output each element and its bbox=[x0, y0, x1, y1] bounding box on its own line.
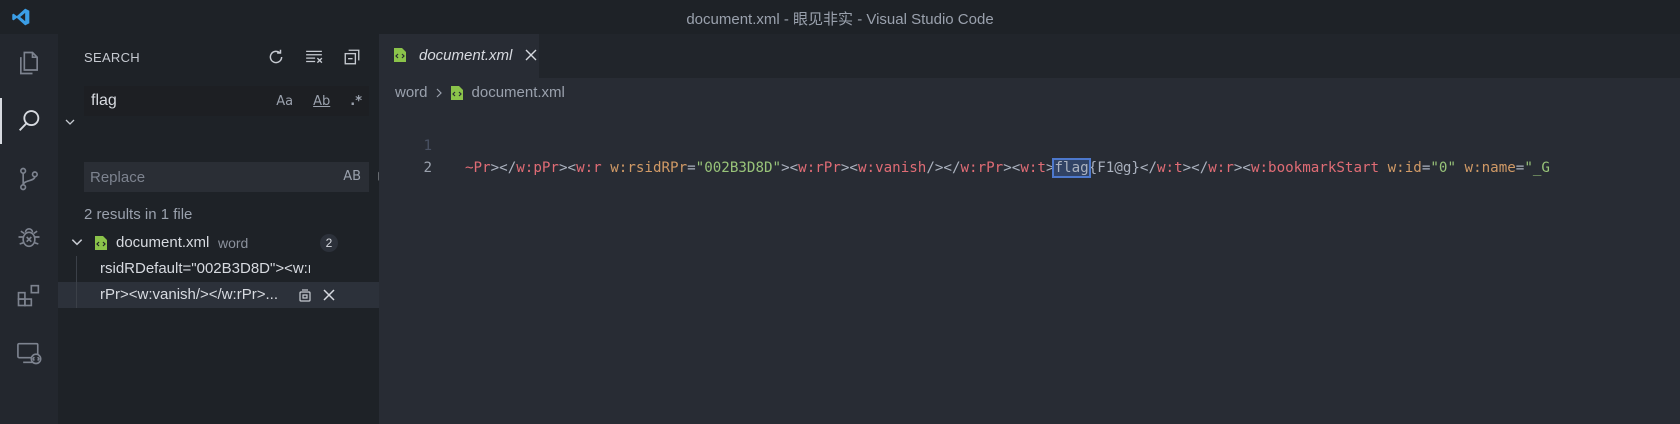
code-token: /></ bbox=[926, 160, 961, 176]
code-token: w:pPr bbox=[516, 160, 559, 176]
chevron-down-icon[interactable] bbox=[70, 235, 84, 254]
clear-results-icon[interactable] bbox=[301, 44, 327, 70]
breadcrumb-folder[interactable]: word bbox=[395, 84, 428, 101]
code-token: >< bbox=[558, 160, 577, 176]
code-token: "0" bbox=[1430, 160, 1456, 176]
sidebar-title: SEARCH bbox=[84, 50, 140, 65]
xml-file-icon bbox=[393, 47, 407, 68]
code-token: >< bbox=[781, 160, 799, 176]
line-number: 2 bbox=[423, 160, 432, 176]
result-file-dir: word bbox=[218, 235, 249, 251]
code-token: w:rsidRPr bbox=[610, 160, 688, 176]
line-number: 1 bbox=[423, 138, 432, 154]
match-row-selected[interactable]: rPr><w:vanish/></w:rPr>... bbox=[58, 282, 379, 308]
collapse-all-icon[interactable] bbox=[339, 44, 365, 70]
code-token: w:r bbox=[576, 160, 602, 176]
code-token: w:rPr bbox=[798, 160, 841, 176]
indent-guide bbox=[76, 282, 77, 308]
tab-bar: document.xml bbox=[379, 34, 1680, 78]
code-token: "_G bbox=[1524, 160, 1550, 176]
replace-input-box: AB bbox=[84, 162, 369, 192]
code-token: w:id bbox=[1387, 160, 1422, 176]
code-token: >< bbox=[1003, 160, 1021, 176]
code-token: {F1@g} bbox=[1088, 160, 1140, 176]
whole-word-icon[interactable]: Ab bbox=[313, 94, 330, 109]
code-token: ></ bbox=[490, 160, 517, 176]
editor-area: document.xml word document.xml 1 2 ~Pr><… bbox=[379, 34, 1680, 424]
indent-guide bbox=[76, 256, 77, 282]
replace-input[interactable] bbox=[84, 168, 284, 186]
code-token: >< bbox=[840, 160, 858, 176]
dismiss-match-icon[interactable] bbox=[320, 286, 338, 304]
extensions-icon[interactable] bbox=[0, 266, 58, 324]
chevron-right-icon bbox=[434, 88, 444, 98]
source-control-icon[interactable] bbox=[0, 150, 58, 208]
search-input[interactable] bbox=[85, 92, 285, 110]
toggle-replace-chevron-icon[interactable] bbox=[62, 114, 78, 130]
sidebar-actions bbox=[263, 44, 365, 70]
code-token: w:t bbox=[1157, 160, 1183, 176]
code-token: w:t bbox=[1020, 160, 1046, 176]
title-bar: document.xml - 眼见非实 - Visual Studio Code bbox=[0, 0, 1680, 34]
code-token: w:vanish bbox=[857, 160, 927, 176]
code-token: ~Pr bbox=[465, 160, 491, 176]
preserve-case-icon[interactable]: AB bbox=[343, 169, 361, 184]
window-title: document.xml - 眼见非实 - Visual Studio Code bbox=[686, 11, 994, 28]
results-summary: 2 results in 1 file bbox=[84, 206, 193, 223]
close-icon[interactable] bbox=[523, 47, 539, 63]
code-token: </ bbox=[1139, 160, 1157, 176]
explorer-icon[interactable] bbox=[0, 34, 58, 92]
activity-bar bbox=[0, 34, 58, 424]
match-row[interactable]: rsidRDefault="002B3D8D"><w:r><... bbox=[58, 256, 379, 282]
run-debug-icon[interactable] bbox=[0, 208, 58, 266]
search-match-highlight: flag bbox=[1052, 158, 1091, 178]
xml-file-icon bbox=[94, 235, 108, 256]
code-token: w:r bbox=[1208, 160, 1234, 176]
refresh-icon[interactable] bbox=[263, 44, 289, 70]
code-line: 1 bbox=[379, 138, 1680, 160]
xml-file-icon bbox=[450, 85, 464, 101]
code-token: >< bbox=[1233, 160, 1251, 176]
search-sidebar: SEARCH Aa Ab .* AB ... 2 results in 1 fi… bbox=[58, 34, 394, 424]
code-line-content: ~Pr></w:pPr><w:r w:rsidRPr="002B3D8D"><w… bbox=[465, 158, 1550, 178]
code-line: 2 ~Pr></w:pPr><w:r w:rsidRPr="002B3D8D">… bbox=[379, 158, 1680, 182]
match-text: rPr><w:vanish/></w:rPr>... bbox=[100, 286, 278, 303]
match-text: rsidRDefault="002B3D8D"><w:r><... bbox=[100, 260, 310, 277]
breadcrumb-file[interactable]: document.xml bbox=[472, 84, 565, 101]
code-token: w:bookmarkStart bbox=[1250, 160, 1380, 176]
result-file-name: document.xml bbox=[116, 234, 210, 251]
search-icon[interactable] bbox=[0, 92, 58, 150]
match-case-icon[interactable]: Aa bbox=[276, 94, 293, 109]
search-input-box: Aa Ab .* bbox=[84, 86, 369, 116]
replace-match-icon[interactable] bbox=[296, 286, 314, 304]
regex-icon[interactable]: .* bbox=[350, 94, 362, 109]
tab-label: document.xml bbox=[419, 47, 513, 64]
tab-document-xml[interactable]: document.xml bbox=[379, 34, 539, 78]
result-count-badge: 2 bbox=[320, 234, 338, 252]
result-file-row[interactable]: document.xml word 2 bbox=[58, 230, 379, 256]
remote-explorer-icon[interactable] bbox=[0, 324, 58, 382]
code-token: = bbox=[687, 160, 696, 176]
code-token: ></ bbox=[1182, 160, 1209, 176]
code-token: w:rPr bbox=[960, 160, 1004, 176]
code-token: "002B3D8D" bbox=[695, 160, 782, 176]
breadcrumb: word document.xml bbox=[395, 84, 565, 101]
code-token: w:name bbox=[1464, 160, 1516, 176]
vscode-logo-icon[interactable] bbox=[0, 0, 42, 34]
